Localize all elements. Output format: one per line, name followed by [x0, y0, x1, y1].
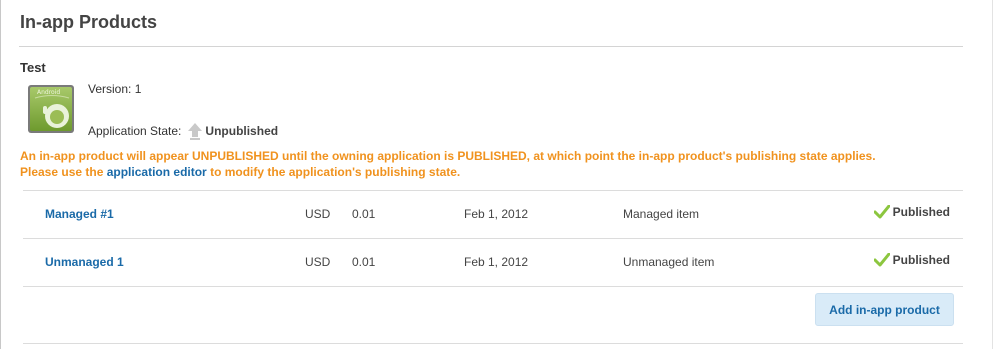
version-value: 1	[134, 82, 142, 96]
panel-edge	[992, 0, 993, 349]
product-name-link[interactable]: Managed #1	[45, 207, 114, 221]
page-title: In-app Products	[20, 12, 158, 32]
product-status-label: Published	[892, 205, 950, 219]
product-price: 0.01	[352, 207, 376, 221]
product-type: Unmanaged item	[623, 255, 715, 269]
product-status: Published	[873, 252, 950, 267]
application-editor-link[interactable]: application editor	[107, 165, 207, 179]
product-type: Managed item	[623, 207, 700, 221]
product-date: Feb 1, 2012	[464, 255, 529, 269]
icon-android-lettering: Android	[37, 89, 60, 96]
product-currency: USD	[305, 207, 331, 221]
product-status-label: Published	[892, 253, 950, 267]
publishing-notice: An in-app product will appear UNPUBLISHE…	[20, 148, 980, 180]
product-status: Published	[873, 204, 950, 219]
version-row: Version: 1	[88, 82, 141, 96]
version-label: Version:	[88, 82, 132, 96]
checkmark-icon	[873, 252, 891, 267]
table-row: Managed #1 USD 0.01 Feb 1, 2012 Managed …	[23, 191, 963, 239]
product-name-link[interactable]: Unmanaged 1	[45, 255, 124, 269]
product-currency: USD	[305, 255, 331, 269]
table-row: Unmanaged 1 USD 0.01 Feb 1, 2012 Unmanag…	[23, 239, 963, 287]
footer-divider	[23, 343, 963, 344]
notice-line-2-suffix: to modify the application's publishing s…	[206, 165, 461, 179]
android-app-icon: Android	[27, 84, 77, 136]
checkmark-icon	[873, 204, 891, 219]
state-label: Application State:	[88, 124, 182, 138]
title-divider	[19, 46, 963, 47]
notice-line-2: Please use the application editor to mod…	[20, 164, 980, 180]
table-bottom-divider	[23, 286, 963, 287]
add-in-app-product-button[interactable]: Add in-app product	[815, 293, 954, 326]
product-price: 0.01	[352, 255, 376, 269]
notice-line-1: An in-app product will appear UNPUBLISHE…	[20, 149, 876, 163]
unpublished-arrow-icon	[187, 122, 203, 140]
app-name: Test	[20, 60, 46, 75]
product-date: Feb 1, 2012	[464, 207, 529, 221]
state-value: Unpublished	[205, 124, 279, 138]
notice-line-2-prefix: Please use the	[20, 165, 107, 179]
application-state-row: Application State: Unpublished	[88, 122, 278, 140]
